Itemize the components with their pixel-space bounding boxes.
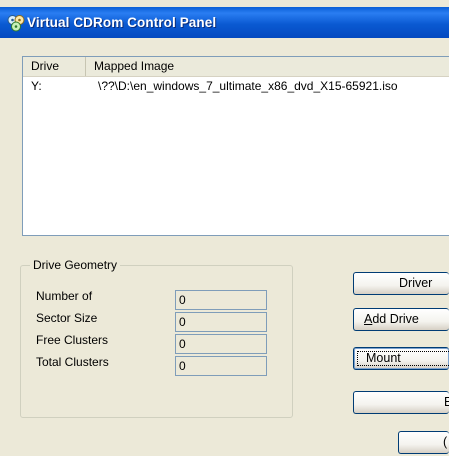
free-clusters-field: 0 bbox=[175, 334, 267, 354]
sector-size-label: Sector Size bbox=[36, 311, 98, 325]
column-header-mapped-image[interactable]: Mapped Image bbox=[86, 57, 449, 76]
drive-letter-cell: Y: bbox=[31, 79, 42, 93]
close-button-label: ( bbox=[443, 435, 448, 449]
driver-button[interactable]: Driver bbox=[353, 272, 449, 295]
add-drive-button[interactable]: Add Drive bbox=[353, 308, 449, 331]
cdrom-app-icon bbox=[7, 15, 25, 32]
total-clusters-field: 0 bbox=[175, 356, 267, 376]
group-title: Drive Geometry bbox=[30, 258, 121, 272]
drive-geometry-group: Drive Geometry Number of 0 Sector Size 0… bbox=[20, 258, 293, 418]
mapped-image-cell: \??\D:\en_windows_7_ultimate_x86_dvd_X15… bbox=[98, 79, 398, 93]
window-top-edge bbox=[0, 0, 449, 7]
list-row[interactable]: Y: \??\D:\en_windows_7_ultimate_x86_dvd_… bbox=[23, 77, 449, 95]
driver-button-label: Driver bbox=[399, 276, 433, 290]
eject-button[interactable]: E bbox=[353, 391, 449, 414]
close-button[interactable]: ( bbox=[398, 431, 449, 454]
total-clusters-label: Total Clusters bbox=[36, 355, 109, 369]
list-header: Drive Mapped Image bbox=[23, 57, 449, 77]
sector-size-field: 0 bbox=[175, 312, 267, 332]
mount-button-label: Mount bbox=[366, 351, 401, 365]
number-of-field: 0 bbox=[175, 290, 267, 310]
title-bar[interactable]: Virtual CDRom Control Panel bbox=[0, 7, 449, 38]
free-clusters-label: Free Clusters bbox=[36, 333, 109, 347]
client-area: Drive Mapped Image Y: \??\D:\en_windows_… bbox=[0, 38, 449, 456]
eject-button-label: E bbox=[444, 392, 449, 413]
column-header-drive[interactable]: Drive bbox=[23, 57, 87, 76]
mount-button[interactable]: Mount bbox=[353, 347, 449, 370]
number-of-label: Number of bbox=[36, 289, 93, 303]
add-drive-button-label: Add Drive bbox=[364, 312, 419, 326]
mapped-drives-list[interactable]: Drive Mapped Image Y: \??\D:\en_windows_… bbox=[22, 56, 449, 236]
window-title: Virtual CDRom Control Panel bbox=[27, 15, 217, 30]
